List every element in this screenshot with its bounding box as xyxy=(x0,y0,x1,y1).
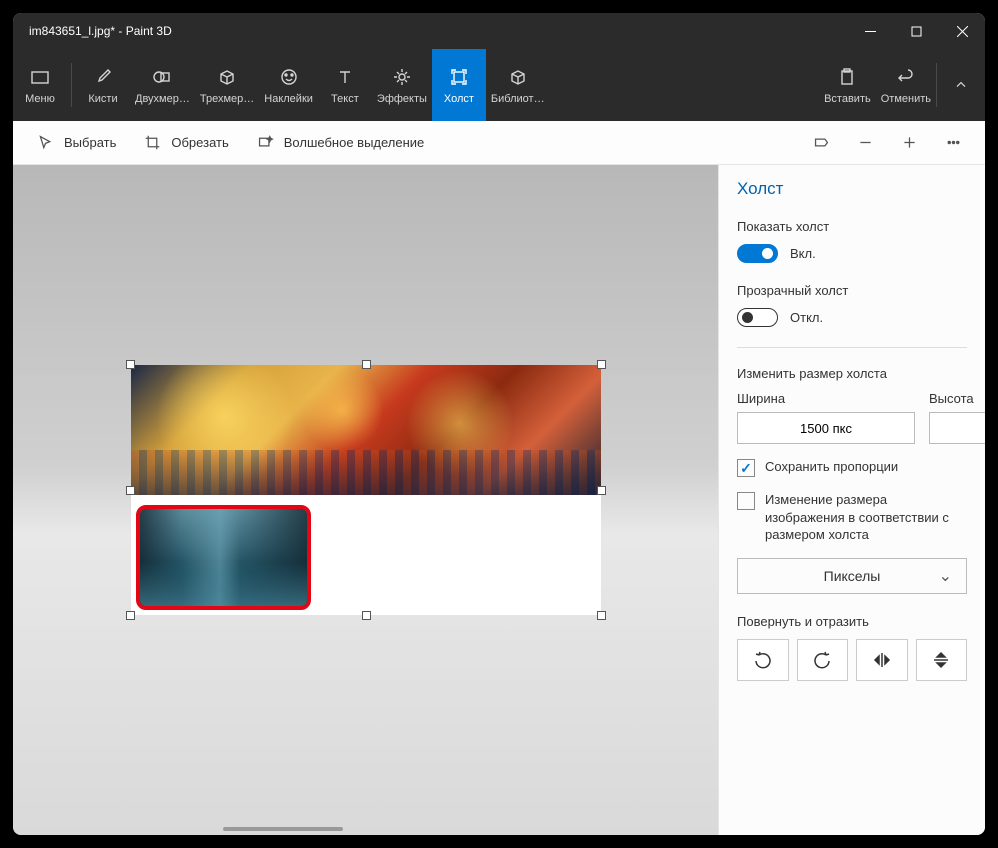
shapes-3d-button[interactable]: Трехмер… xyxy=(195,49,259,121)
effects-icon xyxy=(392,66,412,88)
minimize-button[interactable] xyxy=(847,13,893,49)
zoom-in-button[interactable] xyxy=(889,123,929,163)
titlebar: im843651_l.jpg* - Paint 3D xyxy=(13,13,985,49)
maximize-button[interactable] xyxy=(893,13,939,49)
show-canvas-state: Вкл. xyxy=(790,246,816,261)
brush-icon xyxy=(93,66,113,88)
units-value: Пикселы xyxy=(824,568,881,584)
flip-vertical-button[interactable] xyxy=(916,639,968,681)
secondary-toolbar: Выбрать Обрезать Волшебное выделение xyxy=(13,121,985,165)
ribbon: Меню Кисти Двухмер… Трехмер… Наклейки Те… xyxy=(13,49,985,121)
width-input[interactable] xyxy=(737,412,915,444)
resize-handle-s[interactable] xyxy=(362,611,371,620)
rotate-ccw-button[interactable] xyxy=(737,639,789,681)
resize-handle-ne[interactable] xyxy=(597,360,606,369)
divider xyxy=(737,347,967,348)
height-label: Высота xyxy=(929,391,985,406)
transparent-canvas-label: Прозрачный холст xyxy=(737,283,967,298)
title-text: im843651_l.jpg* - Paint 3D xyxy=(29,24,172,38)
canvas-image-overlay xyxy=(136,505,311,610)
zoom-out-button[interactable] xyxy=(845,123,885,163)
more-button[interactable] xyxy=(933,123,973,163)
canvas-image-top xyxy=(131,365,601,495)
resize-canvas-label: Изменить размер холста xyxy=(737,366,967,381)
width-label: Ширина xyxy=(737,391,915,406)
resize-handle-se[interactable] xyxy=(597,611,606,620)
resize-handle-e[interactable] xyxy=(597,486,606,495)
undo-icon xyxy=(896,66,916,88)
resize-handle-sw[interactable] xyxy=(126,611,135,620)
canvas-area[interactable] xyxy=(13,165,718,835)
menu-button[interactable]: Меню xyxy=(13,49,67,121)
keep-ratio-label: Сохранить пропорции xyxy=(765,458,898,476)
crop-icon xyxy=(144,134,161,151)
resize-image-checkbox[interactable] xyxy=(737,492,755,510)
magic-select-tool[interactable]: Волшебное выделение xyxy=(245,128,437,157)
library-icon xyxy=(508,66,528,88)
height-input[interactable] xyxy=(929,412,985,444)
shapes-2d-icon xyxy=(152,66,172,88)
horizontal-scrollbar[interactable] xyxy=(223,827,343,831)
stickers-icon xyxy=(279,66,299,88)
close-button[interactable] xyxy=(939,13,985,49)
panel-title: Холст xyxy=(737,179,967,199)
resize-handle-nw[interactable] xyxy=(126,360,135,369)
expand-ribbon-button[interactable] xyxy=(937,49,985,121)
units-dropdown[interactable]: Пикселы xyxy=(737,558,967,594)
resize-handle-w[interactable] xyxy=(126,486,135,495)
shapes-2d-button[interactable]: Двухмер… xyxy=(130,49,195,121)
shapes-3d-icon xyxy=(217,66,237,88)
undo-button[interactable]: Отменить xyxy=(876,49,936,121)
paste-icon xyxy=(837,66,857,88)
keep-ratio-checkbox[interactable] xyxy=(737,459,755,477)
side-panel: Холст Показать холст Вкл. Прозрачный хол… xyxy=(718,165,985,835)
text-button[interactable]: Текст xyxy=(318,49,372,121)
cursor-icon xyxy=(37,134,54,151)
show-canvas-label: Показать холст xyxy=(737,219,967,234)
select-tool[interactable]: Выбрать xyxy=(25,128,128,157)
app-window: im843651_l.jpg* - Paint 3D Меню Кисти Дв… xyxy=(13,13,985,835)
magic-select-icon xyxy=(257,134,274,151)
menu-icon xyxy=(30,66,50,88)
rotate-label: Повернуть и отразить xyxy=(737,614,967,629)
text-icon xyxy=(335,66,355,88)
show-canvas-toggle[interactable] xyxy=(737,244,778,263)
effects-button[interactable]: Эффекты xyxy=(372,49,432,121)
canvas-selection[interactable] xyxy=(131,365,601,615)
crop-tool[interactable]: Обрезать xyxy=(132,128,240,157)
resize-handle-n[interactable] xyxy=(362,360,371,369)
canvas-icon xyxy=(449,66,469,88)
flip-horizontal-button[interactable] xyxy=(856,639,908,681)
transparent-canvas-state: Откл. xyxy=(790,310,823,325)
view-3d-button[interactable] xyxy=(801,123,841,163)
resize-image-label: Изменение размера изображения в соответс… xyxy=(765,491,967,544)
brushes-button[interactable]: Кисти xyxy=(76,49,130,121)
stickers-button[interactable]: Наклейки xyxy=(259,49,318,121)
transparent-canvas-toggle[interactable] xyxy=(737,308,778,327)
rotate-cw-button[interactable] xyxy=(797,639,849,681)
library-button[interactable]: Библиот… xyxy=(486,49,550,121)
canvas-button[interactable]: Холст xyxy=(432,49,486,121)
paste-button[interactable]: Вставить xyxy=(819,49,876,121)
workspace: Холст Показать холст Вкл. Прозрачный хол… xyxy=(13,165,985,835)
